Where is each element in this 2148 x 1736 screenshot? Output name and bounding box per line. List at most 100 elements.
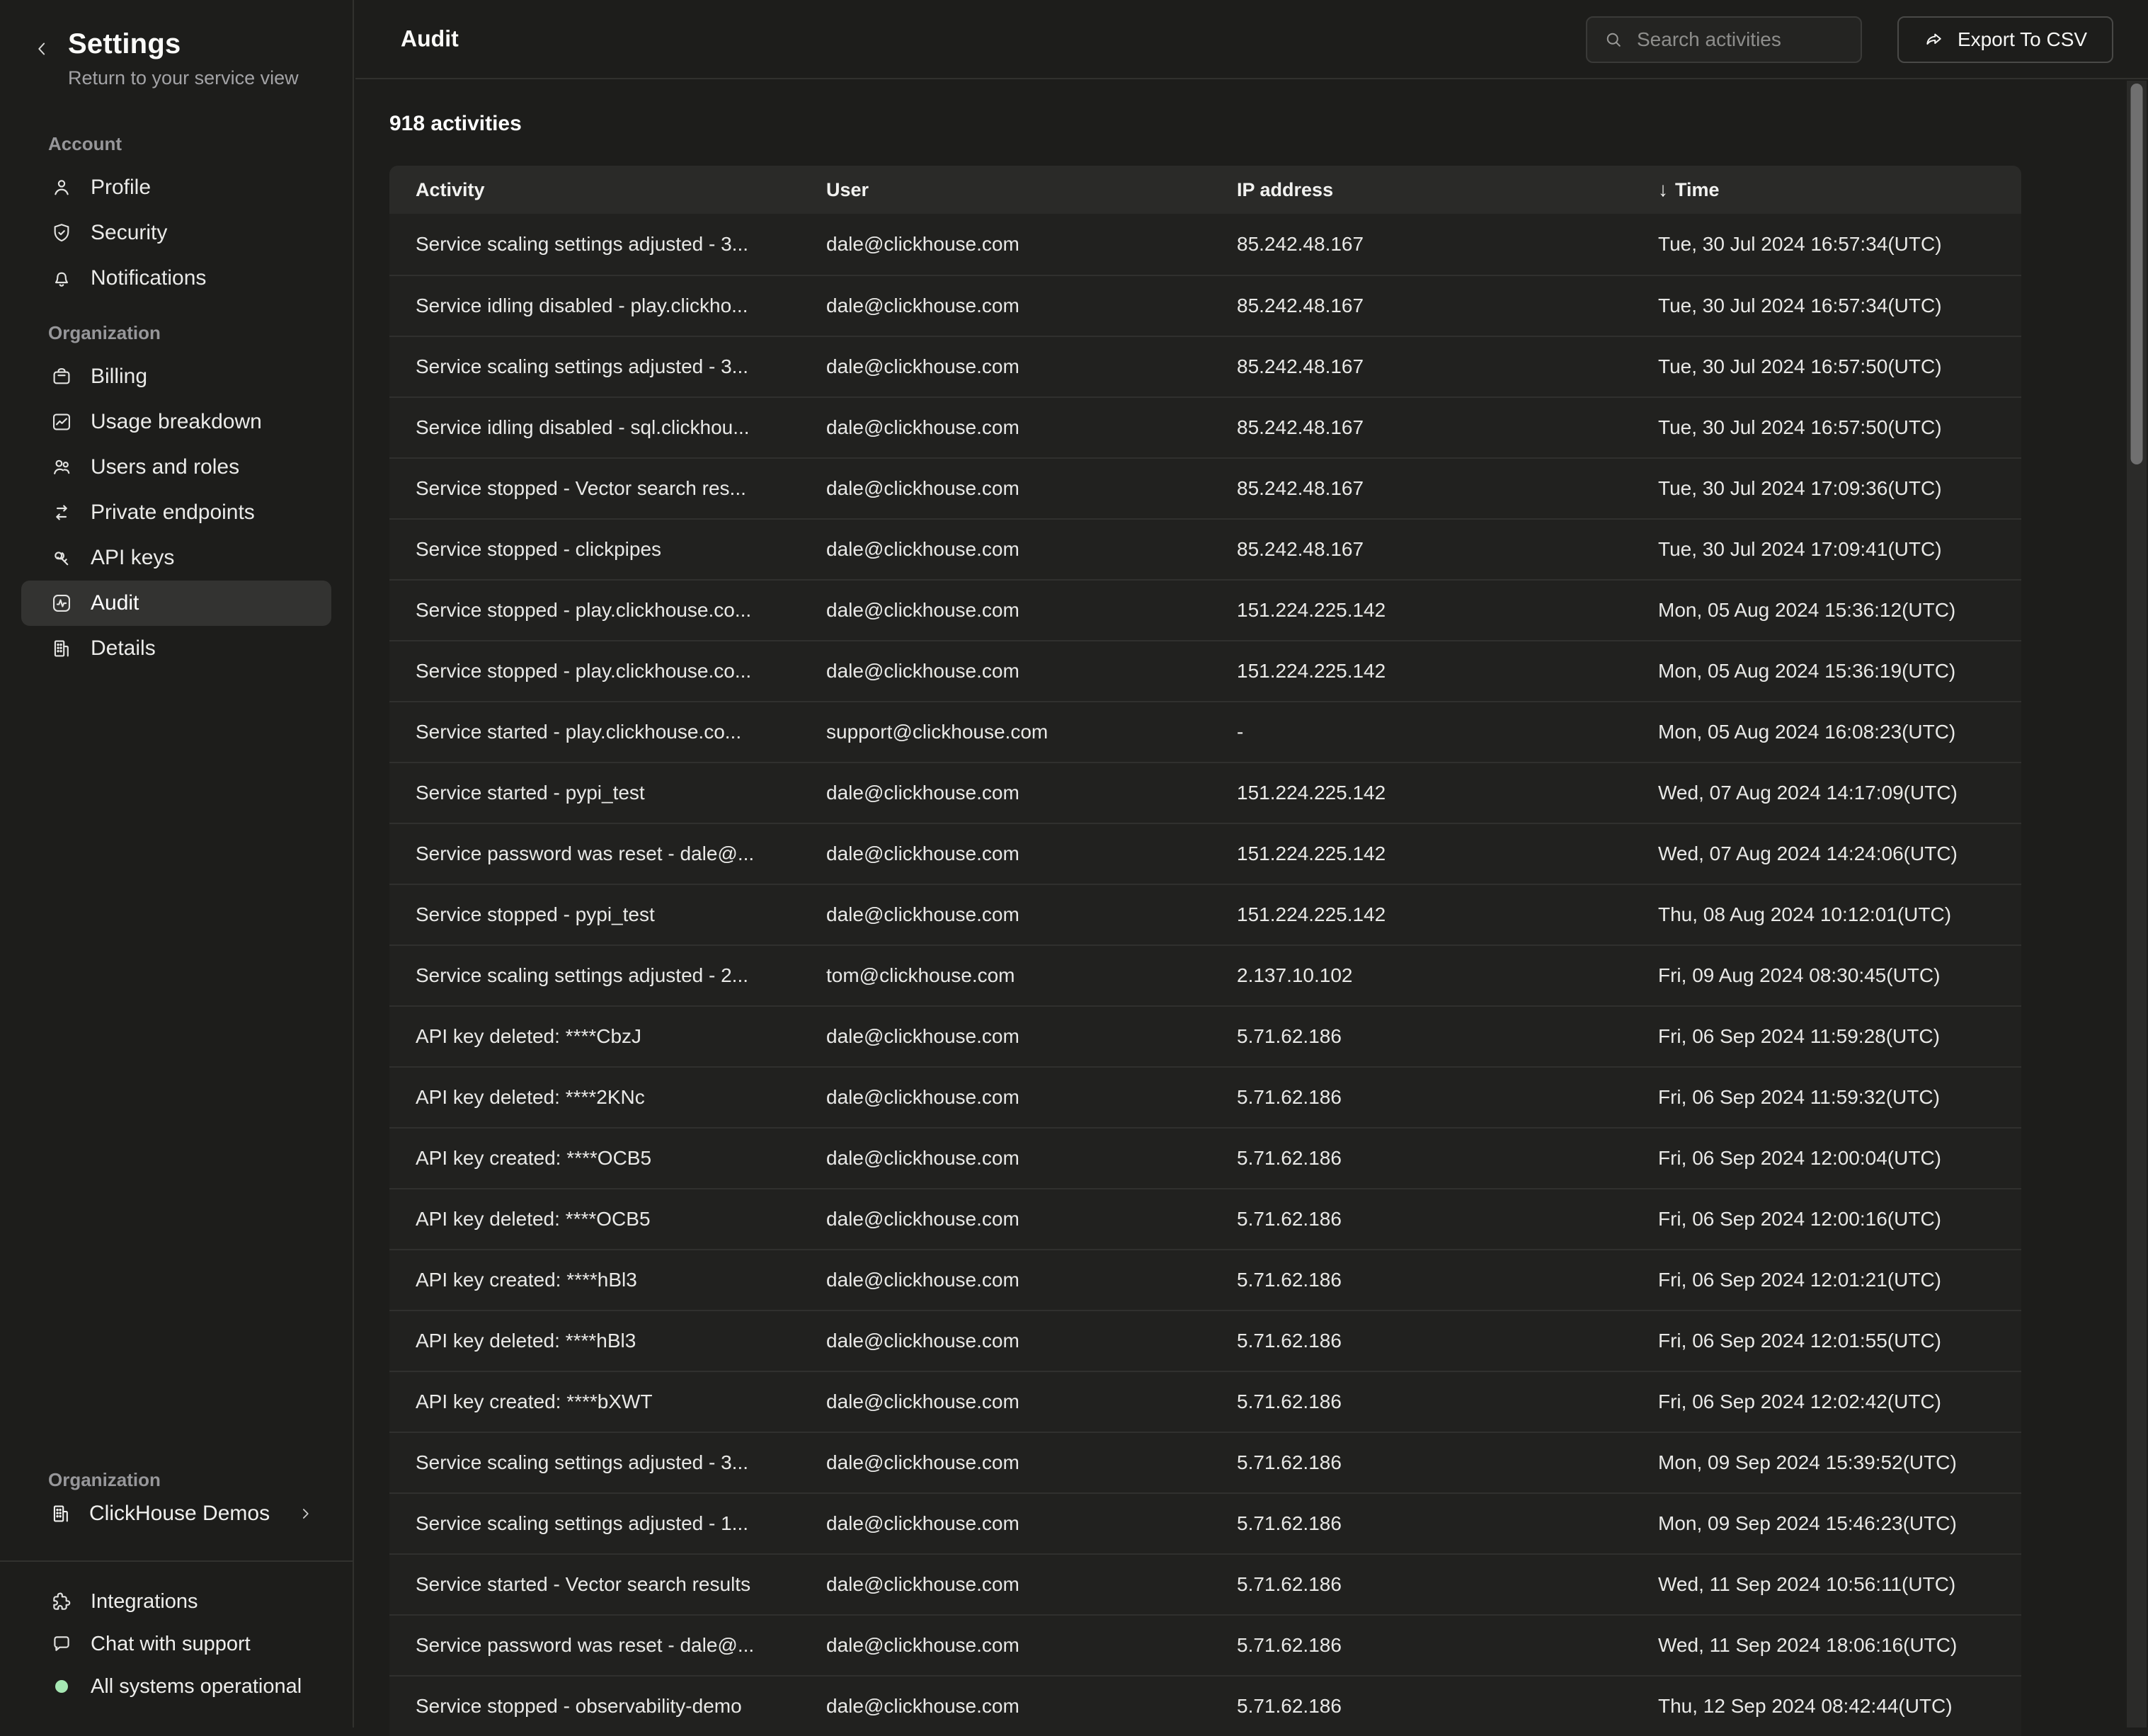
sidebar-item-security[interactable]: Security — [21, 210, 331, 256]
cell-activity: Service scaling settings adjusted - 1... — [389, 1512, 800, 1535]
activities-count: 918 activities — [389, 112, 2148, 136]
column-header-ip[interactable]: IP address — [1211, 179, 1632, 201]
cell-user: tom@clickhouse.com — [800, 964, 1211, 987]
status-ok-dot-icon — [55, 1680, 68, 1693]
shield-check-icon — [50, 222, 74, 244]
cell-user: dale@clickhouse.com — [800, 1695, 1211, 1718]
cell-user: dale@clickhouse.com — [800, 355, 1211, 378]
cell-time: Tue, 30 Jul 2024 17:09:41(UTC) — [1632, 538, 2021, 561]
search-activities-box[interactable] — [1586, 16, 1862, 63]
cell-user: dale@clickhouse.com — [800, 1025, 1211, 1048]
audit-table: Activity User IP address ↓ Time Service … — [389, 166, 2021, 1736]
cell-activity: API key created: ****hBl3 — [389, 1269, 800, 1291]
sidebar-item-users-and-roles[interactable]: Users and roles — [21, 445, 331, 490]
table-row[interactable]: API key deleted: ****2KNc dale@clickhous… — [389, 1066, 2021, 1127]
search-icon — [1603, 29, 1624, 50]
table-row[interactable]: Service password was reset - dale@... da… — [389, 823, 2021, 884]
sidebar-item-label: Usage breakdown — [91, 410, 262, 434]
sidebar-item-private-endpoints[interactable]: Private endpoints — [21, 490, 331, 535]
cell-time: Wed, 07 Aug 2024 14:24:06(UTC) — [1632, 843, 2021, 865]
sidebar-item-billing[interactable]: Billing — [21, 354, 331, 399]
table-row[interactable]: API key deleted: ****OCB5 dale@clickhous… — [389, 1188, 2021, 1249]
cell-ip: 5.71.62.186 — [1211, 1330, 1632, 1352]
cell-activity: Service stopped - clickpipes — [389, 538, 800, 561]
cell-ip: 5.71.62.186 — [1211, 1208, 1632, 1230]
org-switcher[interactable]: ClickHouse Demos — [21, 1491, 331, 1536]
table-row[interactable]: Service stopped - play.clickhouse.co... … — [389, 579, 2021, 640]
column-header-activity[interactable]: Activity — [389, 179, 800, 201]
cell-user: dale@clickhouse.com — [800, 599, 1211, 622]
settings-subtitle[interactable]: Return to your service view — [68, 67, 299, 89]
table-row[interactable]: Service idling disabled - sql.clickhou..… — [389, 396, 2021, 457]
swap-arrows-icon — [50, 501, 74, 524]
cell-ip: 85.242.48.167 — [1211, 416, 1632, 439]
system-status[interactable]: All systems operational — [21, 1665, 331, 1708]
table-row[interactable]: Service scaling settings adjusted - 3...… — [389, 336, 2021, 396]
keys-icon — [50, 547, 74, 569]
table-row[interactable]: Service started - Vector search results … — [389, 1553, 2021, 1614]
column-header-user[interactable]: User — [800, 179, 1211, 201]
table-row[interactable]: Service started - play.clickhouse.co... … — [389, 701, 2021, 762]
cell-time: Fri, 06 Sep 2024 12:00:16(UTC) — [1632, 1208, 2021, 1230]
footer-item-label: Integrations — [91, 1590, 198, 1614]
sidebar-item-label: Billing — [91, 365, 147, 389]
table-row[interactable]: Service password was reset - dale@... da… — [389, 1614, 2021, 1675]
chevron-right-icon — [296, 1504, 314, 1523]
sidebar-item-profile[interactable]: Profile — [21, 165, 331, 210]
table-row[interactable]: Service scaling settings adjusted - 3...… — [389, 214, 2021, 275]
cell-time: Tue, 30 Jul 2024 16:57:34(UTC) — [1632, 295, 2021, 317]
back-chevron-icon[interactable] — [31, 38, 52, 59]
sidebar-item-label: Audit — [91, 591, 139, 615]
table-row[interactable]: Service scaling settings adjusted - 3...… — [389, 1432, 2021, 1492]
table-row[interactable]: API key deleted: ****hBl3 dale@clickhous… — [389, 1310, 2021, 1371]
cell-activity: Service password was reset - dale@... — [389, 843, 800, 865]
sidebar-item-audit[interactable]: Audit — [21, 581, 331, 626]
cell-user: dale@clickhouse.com — [800, 1634, 1211, 1657]
account-nav: Profile Security Notifications — [0, 155, 353, 301]
sidebar-item-details[interactable]: Details — [21, 626, 331, 671]
sidebar-item-notifications[interactable]: Notifications — [21, 256, 331, 301]
cell-time: Tue, 30 Jul 2024 16:57:50(UTC) — [1632, 355, 2021, 378]
table-row[interactable]: API key created: ****OCB5 dale@clickhous… — [389, 1127, 2021, 1188]
cell-activity: API key deleted: ****CbzJ — [389, 1025, 800, 1048]
cell-time: Tue, 30 Jul 2024 16:57:50(UTC) — [1632, 416, 2021, 439]
cell-activity: Service scaling settings adjusted - 3... — [389, 233, 800, 256]
cell-ip: 5.71.62.186 — [1211, 1573, 1632, 1596]
table-row[interactable]: Service stopped - Vector search res... d… — [389, 457, 2021, 518]
cell-activity: API key deleted: ****hBl3 — [389, 1330, 800, 1352]
table-row[interactable]: Service started - pypi_test dale@clickho… — [389, 762, 2021, 823]
cell-user: dale@clickhouse.com — [800, 1208, 1211, 1230]
export-to-csv-button[interactable]: Export To CSV — [1897, 16, 2113, 63]
table-row[interactable]: Service stopped - observability-demo dal… — [389, 1675, 2021, 1736]
table-row[interactable]: API key created: ****hBl3 dale@clickhous… — [389, 1249, 2021, 1310]
cell-ip: 5.71.62.186 — [1211, 1390, 1632, 1413]
search-input[interactable] — [1637, 28, 1892, 51]
table-row[interactable]: Service scaling settings adjusted - 1...… — [389, 1492, 2021, 1553]
users-icon — [50, 456, 74, 479]
chat-with-support-link[interactable]: Chat with support — [21, 1623, 331, 1665]
table-row[interactable]: API key deleted: ****CbzJ dale@clickhous… — [389, 1005, 2021, 1066]
column-header-time[interactable]: ↓ Time — [1632, 178, 2021, 201]
table-row[interactable]: Service idling disabled - play.clickho..… — [389, 275, 2021, 336]
sidebar-item-api-keys[interactable]: API keys — [21, 535, 331, 581]
scrollbar-thumb[interactable] — [2131, 84, 2143, 464]
sidebar-item-label: Private endpoints — [91, 501, 255, 525]
cell-ip: 5.71.62.186 — [1211, 1512, 1632, 1535]
cell-activity: Service stopped - pypi_test — [389, 903, 800, 926]
cell-activity: Service stopped - play.clickhouse.co... — [389, 599, 800, 622]
cell-time: Mon, 05 Aug 2024 16:08:23(UTC) — [1632, 721, 2021, 743]
table-row[interactable]: Service stopped - play.clickhouse.co... … — [389, 640, 2021, 701]
settings-sidebar: Settings Return to your service view Acc… — [0, 0, 354, 1728]
table-row[interactable]: Service stopped - pypi_test dale@clickho… — [389, 884, 2021, 944]
table-row[interactable]: Service scaling settings adjusted - 2...… — [389, 944, 2021, 1005]
sidebar-item-usage-breakdown[interactable]: Usage breakdown — [21, 399, 331, 445]
table-row[interactable]: Service stopped - clickpipes dale@clickh… — [389, 518, 2021, 579]
integrations-link[interactable]: Integrations — [21, 1580, 331, 1623]
table-row[interactable]: API key created: ****bXWT dale@clickhous… — [389, 1371, 2021, 1432]
cell-ip: 85.242.48.167 — [1211, 295, 1632, 317]
cell-user: support@clickhouse.com — [800, 721, 1211, 743]
scrollbar-track[interactable] — [2127, 81, 2147, 1728]
cell-activity: Service started - Vector search results — [389, 1573, 800, 1596]
cell-ip: 5.71.62.186 — [1211, 1451, 1632, 1474]
building-icon — [50, 1502, 72, 1525]
